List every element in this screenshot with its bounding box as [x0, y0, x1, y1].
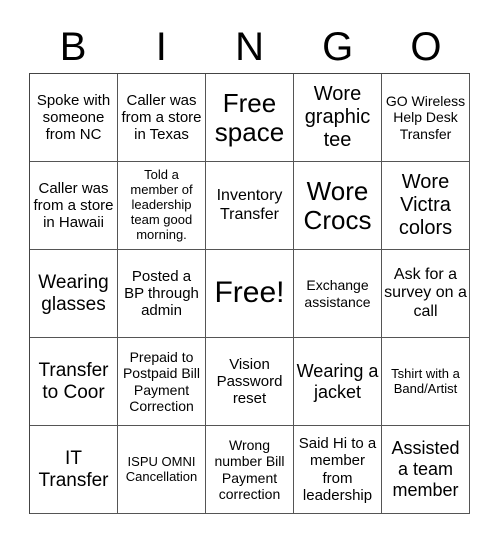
bingo-cell[interactable]: Posted a BP through admin — [118, 250, 206, 338]
bingo-cell[interactable]: Vision Password reset — [206, 338, 294, 426]
bingo-cell[interactable]: Caller was from a store in Texas — [118, 74, 206, 162]
header-letter-g: G — [322, 25, 354, 69]
bingo-cell[interactable]: Wearing glasses — [30, 250, 118, 338]
bingo-cell[interactable]: ISPU OMNI Cancellation — [118, 426, 206, 514]
bingo-cell[interactable]: Inventory Transfer — [206, 162, 294, 250]
header-letter-n: N — [235, 25, 264, 69]
bingo-card-grid: Spoke with someone from NC Caller was fr… — [29, 73, 470, 514]
header-letter-o: O — [410, 25, 442, 69]
bingo-cell[interactable]: Ask for a survey on a call — [382, 250, 470, 338]
bingo-header: B I N G O — [29, 22, 470, 72]
bingo-cell[interactable]: Tshirt with a Band/Artist — [382, 338, 470, 426]
bingo-cell-free[interactable]: Free! — [206, 250, 294, 338]
bingo-cell[interactable]: Said Hi to a member from leadership — [294, 426, 382, 514]
bingo-cell[interactable]: GO Wireless Help Desk Transfer — [382, 74, 470, 162]
bingo-cell[interactable]: Wore Victra colors — [382, 162, 470, 250]
bingo-cell[interactable]: Exchange assistance — [294, 250, 382, 338]
bingo-cell[interactable]: Caller was from a store in Hawaii — [30, 162, 118, 250]
bingo-cell[interactable]: Assisted a team member — [382, 426, 470, 514]
bingo-cell[interactable]: Wore Crocs — [294, 162, 382, 250]
bingo-cell[interactable]: Prepaid to Postpaid Bill Payment Correct… — [118, 338, 206, 426]
bingo-cell-free-space[interactable]: Free space — [206, 74, 294, 162]
bingo-cell[interactable]: Spoke with someone from NC — [30, 74, 118, 162]
header-letter-i: I — [155, 25, 167, 69]
bingo-cell[interactable]: Transfer to Coor — [30, 338, 118, 426]
bingo-cell[interactable]: Wearing a jacket — [294, 338, 382, 426]
header-letter-b: B — [59, 25, 87, 69]
bingo-cell[interactable]: Wore graphic tee — [294, 74, 382, 162]
bingo-cell[interactable]: Wrong number Bill Payment correction — [206, 426, 294, 514]
bingo-cell[interactable]: Told a member of leadership team good mo… — [118, 162, 206, 250]
bingo-cell[interactable]: IT Transfer — [30, 426, 118, 514]
